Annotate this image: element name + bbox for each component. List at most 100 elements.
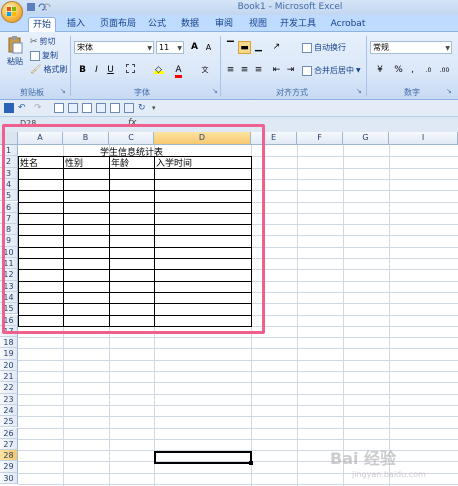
orientation-button[interactable]: ↗ xyxy=(270,41,283,54)
copy-button[interactable]: 复制 xyxy=(30,50,58,61)
decrease-decimal-button[interactable]: .00 xyxy=(438,64,451,77)
tab-home[interactable]: 开始 xyxy=(28,17,56,33)
align-center-button[interactable]: ≡ xyxy=(238,64,251,77)
number-launcher-icon[interactable]: ↘ xyxy=(446,87,454,95)
currency-button[interactable]: ¥ xyxy=(372,64,388,77)
tool-icon[interactable] xyxy=(96,103,106,113)
grid-line xyxy=(18,416,458,418)
fill-handle[interactable] xyxy=(249,461,253,465)
font-name-select[interactable]: 宋体 ▼ xyxy=(74,41,154,54)
fill-color-button[interactable]: ◇ xyxy=(152,64,165,77)
percent-button[interactable]: % xyxy=(392,64,405,77)
quick-access-toolbar xyxy=(26,2,56,13)
font-launcher-icon[interactable]: ↘ xyxy=(212,87,220,95)
grow-font-button[interactable]: A xyxy=(188,41,201,54)
grid-line xyxy=(18,438,458,440)
copy-icon xyxy=(30,50,40,61)
align-right-button[interactable]: ≡ xyxy=(252,64,265,77)
align-middle-button[interactable]: ▬ xyxy=(238,41,251,54)
highlight-box xyxy=(2,124,265,334)
tool-icon[interactable] xyxy=(110,103,120,113)
alignment-launcher-icon[interactable]: ↘ xyxy=(356,87,364,95)
format-painter-label: 格式刷 xyxy=(43,65,68,74)
save-icon[interactable] xyxy=(27,3,35,11)
column-header-g[interactable]: G xyxy=(343,132,389,145)
phonetic-icon: 文 xyxy=(201,66,209,74)
ribbon: 粘贴 ✂ 剪切 复制 🖌 格式刷 剪贴板 ↘ 宋体 ▼ 11 ▼ A A B I U… xyxy=(0,32,458,100)
align-top-button[interactable]: ▔ xyxy=(224,41,237,54)
font-size-value: 11 xyxy=(159,43,170,52)
tab-data[interactable]: 数据 xyxy=(178,17,202,32)
office-button[interactable] xyxy=(1,1,23,23)
divider xyxy=(366,36,367,96)
increase-decimal-icon: .0 xyxy=(425,67,432,74)
bold-button[interactable]: B xyxy=(76,64,89,77)
tab-insert[interactable]: 插入 xyxy=(64,17,88,32)
wrap-text-button[interactable]: 自动换行 xyxy=(302,42,346,53)
comma-button[interactable]: , xyxy=(406,64,419,77)
row-header-27[interactable]: 27 xyxy=(0,438,18,451)
tool-icon[interactable] xyxy=(82,103,92,113)
align-middle-icon: ▬ xyxy=(240,43,249,53)
grid-line xyxy=(18,393,458,395)
save-icon[interactable] xyxy=(4,103,14,113)
merge-center-button[interactable]: 合并后居中 ▼ xyxy=(302,65,361,76)
merge-icon xyxy=(302,65,312,76)
increase-indent-button[interactable]: ⇥ xyxy=(284,64,297,77)
shrink-font-button[interactable]: A xyxy=(202,41,215,54)
tool-icon[interactable] xyxy=(68,103,78,113)
row-header-21[interactable]: 21 xyxy=(0,371,18,383)
font-color-button[interactable]: A xyxy=(172,64,185,78)
copy-label: 复制 xyxy=(42,51,58,60)
clipboard-launcher-icon[interactable]: ↘ xyxy=(60,87,68,95)
row-header-18[interactable]: 18 xyxy=(0,337,18,349)
tab-acrobat[interactable]: Acrobat xyxy=(330,17,366,32)
tool-icon[interactable] xyxy=(124,103,134,113)
underline-button[interactable]: U xyxy=(104,64,117,77)
window-title: Book1 - Microsoft Excel xyxy=(237,2,343,12)
tab-developer[interactable]: 开发工具 xyxy=(280,17,316,32)
increase-decimal-button[interactable]: .0 xyxy=(422,64,435,77)
custom-toolbar: ↶ ↷ ↻ ▾ xyxy=(0,100,458,117)
tab-review[interactable]: 审阅 xyxy=(212,17,236,32)
undo-icon[interactable]: ↶ xyxy=(18,103,28,113)
column-header-i[interactable]: I xyxy=(389,132,458,145)
office-logo-icon xyxy=(7,7,16,16)
column-header-f[interactable]: F xyxy=(297,132,343,145)
row-header-20[interactable]: 20 xyxy=(0,359,18,371)
chevron-down-icon: ▼ xyxy=(356,67,361,74)
active-cell-d28[interactable] xyxy=(154,451,252,464)
refresh-icon[interactable]: ↻ xyxy=(138,103,148,113)
align-bottom-button[interactable]: ▁ xyxy=(252,41,265,54)
decrease-indent-button[interactable]: ⇤ xyxy=(270,64,283,77)
number-format-select[interactable]: 常规 ▼ xyxy=(370,41,452,54)
font-size-select[interactable]: 11 ▼ xyxy=(156,41,184,54)
tab-formulas[interactable]: 公式 xyxy=(145,17,169,32)
wrap-text-icon xyxy=(302,42,312,53)
tab-page-layout[interactable]: 页面布局 xyxy=(97,17,139,32)
row-header-24[interactable]: 24 xyxy=(0,404,18,417)
row-header-25[interactable]: 25 xyxy=(0,416,18,428)
paste-button[interactable]: 粘贴 xyxy=(4,36,26,67)
row-header-23[interactable]: 23 xyxy=(0,393,18,405)
chevron-down-icon[interactable]: ▾ xyxy=(152,103,162,113)
row-header-26[interactable]: 26 xyxy=(0,427,18,439)
tab-view[interactable]: 视图 xyxy=(246,17,270,32)
redo-icon[interactable]: ↷ xyxy=(34,103,44,113)
phonetic-button[interactable]: 文 xyxy=(196,64,214,77)
orientation-icon: ↗ xyxy=(272,42,281,52)
row-header-29[interactable]: 29 xyxy=(0,461,18,473)
ribbon-tabs: 开始 插入 页面布局 公式 数据 审阅 视图 开发工具 Acrobat xyxy=(0,15,458,33)
borders-button[interactable] xyxy=(124,64,137,77)
tool-icon[interactable] xyxy=(54,103,64,113)
row-header-30[interactable]: 30 xyxy=(0,472,18,484)
format-painter-button[interactable]: 🖌 格式刷 xyxy=(30,64,67,75)
row-header-22[interactable]: 22 xyxy=(0,382,18,394)
row-header-19[interactable]: 19 xyxy=(0,348,18,360)
align-left-button[interactable]: ≡ xyxy=(224,64,237,77)
cut-button[interactable]: ✂ 剪切 xyxy=(30,36,56,47)
italic-button[interactable]: I xyxy=(90,64,103,77)
row-header-28[interactable]: 28 xyxy=(0,450,18,462)
scissors-icon: ✂ xyxy=(30,36,38,47)
divider xyxy=(70,36,71,96)
